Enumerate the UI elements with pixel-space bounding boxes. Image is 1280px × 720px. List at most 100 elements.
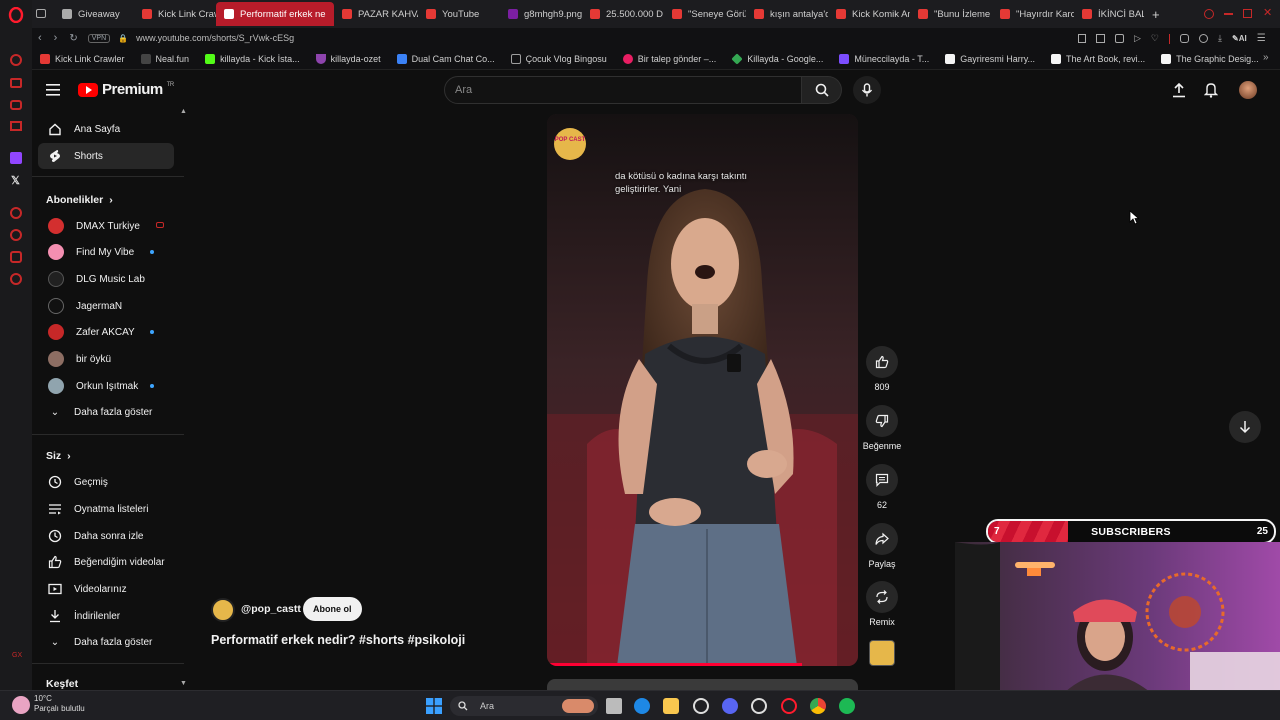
bookmark-6[interactable]: Bir talep gönder –... xyxy=(615,53,725,64)
channel-avatar[interactable] xyxy=(211,598,235,622)
tab-6[interactable]: 25.500.000 D xyxy=(582,2,664,26)
minimize-icon[interactable] xyxy=(1224,13,1233,15)
tab-12[interactable]: İKİNCİ BALAYI xyxy=(1074,2,1144,26)
bookmark-8[interactable]: Müneccilayda - T... xyxy=(831,53,937,64)
settings-icon[interactable] xyxy=(693,698,709,714)
vpn-badge[interactable]: VPN xyxy=(87,33,111,43)
next-short-button[interactable] xyxy=(1229,411,1261,443)
spotify-icon[interactable] xyxy=(839,698,855,714)
bookmark-page-icon[interactable] xyxy=(1078,34,1086,43)
share-button[interactable]: Paylaş xyxy=(864,523,900,569)
tab-8[interactable]: kışın antalya'd xyxy=(746,2,828,26)
search-button[interactable] xyxy=(802,76,842,104)
shorts-video-player[interactable]: POP CAST da kötüsü o kadına karşı takınt… xyxy=(547,114,858,666)
weather-icon[interactable] xyxy=(12,696,30,714)
voice-search-button[interactable] xyxy=(853,76,881,104)
weather-widget[interactable]: 10°C Parçalı bulutlu xyxy=(34,694,85,714)
sidebar-scroll-up-icon[interactable]: ▲ xyxy=(180,108,187,115)
sidebar-scroll-down-icon[interactable]: ▼ xyxy=(180,680,187,687)
settings-rail-icon[interactable] xyxy=(10,273,22,285)
tab-3[interactable]: PAZAR KAHVA xyxy=(334,2,418,26)
bookmark-10[interactable]: The Art Book, revi... xyxy=(1043,53,1153,64)
snapshot-icon[interactable] xyxy=(1096,34,1105,43)
subscribe-button[interactable]: Abone ol xyxy=(303,597,362,621)
notifications-bell-icon[interactable] xyxy=(1204,82,1218,98)
adblock-icon[interactable] xyxy=(1115,34,1124,43)
bookmark-9[interactable]: Gayriresmi Harry... xyxy=(937,53,1043,64)
chrome-icon[interactable] xyxy=(810,698,826,714)
sidebar-item-shorts[interactable]: Shorts xyxy=(38,143,174,169)
upload-icon[interactable] xyxy=(1172,83,1186,98)
news-icon[interactable] xyxy=(10,121,22,131)
show-more-you[interactable]: ⌄ Daha fazla göster xyxy=(38,629,174,655)
sidebar-item-watch-later[interactable]: Daha sonra izle xyxy=(38,523,174,549)
gx-icon[interactable]: GX xyxy=(12,652,22,659)
subscription-item[interactable]: Find My Vibe xyxy=(38,239,174,265)
subscription-item[interactable]: Zafer AKCAY xyxy=(38,319,174,345)
file-explorer-icon[interactable] xyxy=(663,698,679,714)
task-view-icon[interactable] xyxy=(606,698,622,714)
bookmark-1[interactable]: Neal.fun xyxy=(133,53,198,64)
next-short-preview[interactable] xyxy=(547,679,858,690)
subscription-item[interactable]: DLG Music Lab xyxy=(38,266,174,292)
profile-icon[interactable] xyxy=(1199,34,1208,43)
tab-7[interactable]: "Seneye Görü xyxy=(664,2,746,26)
x-twitter-icon[interactable]: 𝕏 xyxy=(11,174,20,187)
twitch-icon[interactable] xyxy=(10,152,22,164)
bookmark-11[interactable]: The Graphic Desig... xyxy=(1153,53,1267,64)
you-header[interactable]: Siz › xyxy=(46,450,71,462)
play-icon[interactable]: ▷ xyxy=(1134,33,1141,44)
heart-icon[interactable]: ♡ xyxy=(1151,33,1159,44)
extensions-icon[interactable] xyxy=(1180,34,1189,43)
back-icon[interactable]: ‹ xyxy=(38,32,42,44)
search-tabs-icon[interactable] xyxy=(1204,9,1214,19)
subscription-item[interactable]: DMAX Turkiye xyxy=(38,213,174,239)
crypto-wallet-icon[interactable] xyxy=(10,78,22,88)
discord-icon[interactable] xyxy=(722,698,738,714)
extensions-rail-icon[interactable] xyxy=(10,251,22,263)
easy-setup-icon[interactable]: ☰ xyxy=(1257,33,1266,44)
steam-icon[interactable] xyxy=(751,698,767,714)
sidebar-item-liked[interactable]: Beğendiğim videolar xyxy=(38,549,174,575)
like-button[interactable]: 809 xyxy=(864,346,900,392)
windows-start-icon[interactable] xyxy=(426,698,442,714)
subscription-item[interactable]: JagermaN xyxy=(38,293,174,319)
comments-button[interactable]: 62 xyxy=(864,464,900,510)
reload-icon[interactable]: ↻ xyxy=(69,33,77,44)
tab-0[interactable]: Giveaway xyxy=(54,2,134,26)
search-input[interactable]: Ara xyxy=(444,76,802,104)
tab-9[interactable]: Kick Komik An xyxy=(828,2,910,26)
new-tab-button[interactable]: + xyxy=(1144,2,1162,26)
bookmark-7[interactable]: Killayda - Google... xyxy=(724,52,831,65)
more-bookmarks-icon[interactable]: » xyxy=(1263,52,1269,63)
aria-icon[interactable] xyxy=(10,54,22,66)
tab-11[interactable]: "Hayırdır Karo xyxy=(992,2,1074,26)
video-progress-bar[interactable] xyxy=(547,663,803,666)
edge-icon[interactable] xyxy=(634,698,650,714)
bookmark-0[interactable]: Kick Link Crawler xyxy=(32,53,133,64)
messenger-icon[interactable] xyxy=(10,100,22,110)
maximize-icon[interactable] xyxy=(1243,9,1252,18)
bookmark-5[interactable]: Çocuk Vlog Bingosu xyxy=(503,53,615,64)
sidebar-item-history[interactable]: Geçmiş xyxy=(38,469,174,495)
subscription-item[interactable]: bir öykü xyxy=(38,346,174,372)
download-icon[interactable]: ⤓ xyxy=(1218,33,1222,44)
opera-logo-icon[interactable] xyxy=(8,7,24,23)
player-icon[interactable] xyxy=(10,207,22,219)
subscriptions-header[interactable]: Abonelikler › xyxy=(46,194,113,206)
sound-thumbnail[interactable] xyxy=(869,640,895,666)
sidebar-item-playlists[interactable]: Oynatma listeleri xyxy=(38,496,174,522)
tab-4[interactable]: YouTube xyxy=(418,2,500,26)
tab-2-active[interactable]: Performatif erkek ne xyxy=(216,2,334,26)
history-rail-icon[interactable] xyxy=(10,229,22,241)
sidebar-item-home[interactable]: Ana Sayfa xyxy=(38,116,174,142)
bookmark-3[interactable]: killayda-ozet xyxy=(308,53,389,64)
sidebar-item-downloads[interactable]: İndirilenler xyxy=(38,603,174,629)
forward-icon[interactable]: › xyxy=(54,32,58,44)
bookmark-2[interactable]: killayda - Kick İsta... xyxy=(197,53,308,64)
tab-menu-icon[interactable] xyxy=(36,9,46,18)
sidebar-item-your-videos[interactable]: Videolarınız xyxy=(38,576,174,602)
dislike-button[interactable]: Beğenme xyxy=(859,405,905,451)
menu-icon[interactable] xyxy=(46,83,62,97)
tab-5[interactable]: g8mhgh9.png xyxy=(500,2,582,26)
